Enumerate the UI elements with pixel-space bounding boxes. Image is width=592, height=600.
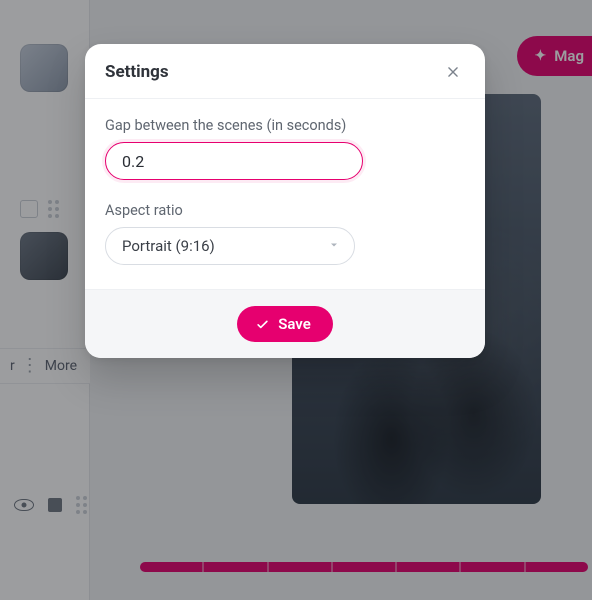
settings-modal: Settings Gap between the scenes (in seco… xyxy=(85,44,485,358)
gap-input[interactable] xyxy=(105,142,363,180)
close-button[interactable] xyxy=(441,60,465,84)
chevron-down-icon xyxy=(328,237,340,255)
check-icon xyxy=(255,317,270,332)
aspect-label: Aspect ratio xyxy=(105,202,465,219)
modal-header: Settings xyxy=(85,44,485,99)
save-button[interactable]: Save xyxy=(237,306,333,342)
save-label: Save xyxy=(278,315,311,333)
aspect-select[interactable]: Portrait (9:16) xyxy=(105,227,355,265)
close-icon xyxy=(446,65,460,79)
gap-label: Gap between the scenes (in seconds) xyxy=(105,117,465,134)
modal-title: Settings xyxy=(105,62,169,82)
modal-footer: Save xyxy=(85,289,485,358)
aspect-selected-value: Portrait (9:16) xyxy=(122,237,215,255)
modal-body: Gap between the scenes (in seconds) Aspe… xyxy=(85,99,485,289)
